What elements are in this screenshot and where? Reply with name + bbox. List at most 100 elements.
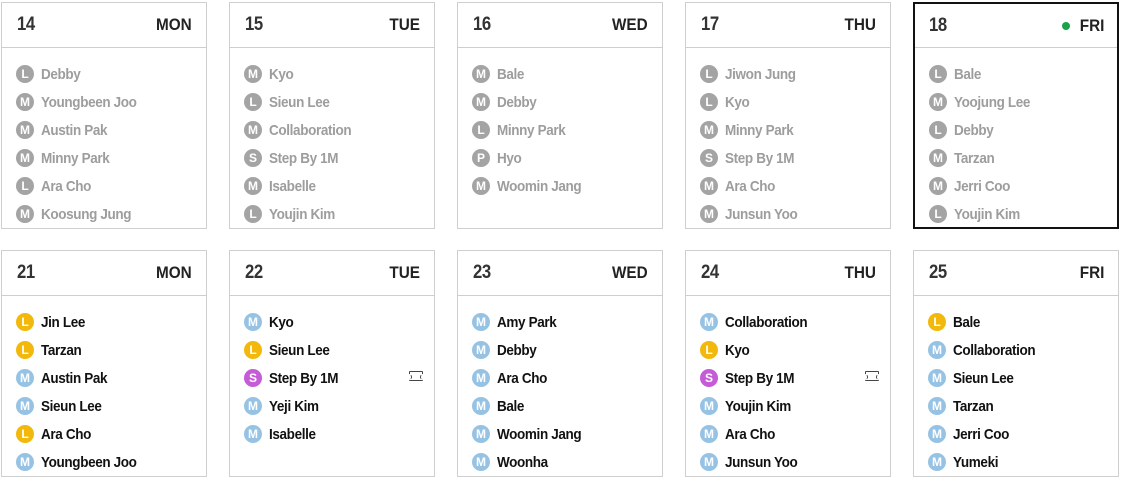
list-item[interactable]: M Jerri Coo: [928, 420, 1105, 448]
day-card[interactable]: 17 THU L Jiwon Jung L Kyo M Minny Park S Step By …: [685, 2, 891, 229]
list-item[interactable]: L Sieun Lee: [244, 88, 421, 116]
list-item[interactable]: M Minny Park: [16, 144, 193, 172]
entry-name: Hyo: [497, 149, 522, 167]
list-item[interactable]: M Kyo: [244, 60, 421, 88]
list-item[interactable]: S Step By 1M: [244, 144, 421, 172]
list-item[interactable]: M Yoojung Lee: [929, 88, 1106, 116]
list-item[interactable]: L Minny Park: [472, 116, 649, 144]
entry-name: Woomin Jang: [497, 425, 582, 443]
list-item[interactable]: M Youngbeen Joo: [16, 448, 193, 476]
type-badge-icon: L: [16, 65, 34, 83]
list-item[interactable]: S Step By 1M: [244, 364, 426, 392]
list-item[interactable]: M Woomin Jang: [472, 420, 649, 448]
day-card[interactable]: 25 FRI L Bale M Collaboration M Sieun Lee M Tarza…: [913, 250, 1119, 477]
list-item[interactable]: S Step By 1M: [700, 144, 877, 172]
list-item[interactable]: M Debby: [472, 336, 649, 364]
list-item[interactable]: M Austin Pak: [16, 364, 193, 392]
list-item[interactable]: M Isabelle: [244, 420, 421, 448]
list-item[interactable]: M Bale: [472, 392, 649, 420]
list-item[interactable]: M Tarzan: [929, 144, 1106, 172]
list-item[interactable]: M Ara Cho: [700, 172, 877, 200]
day-card[interactable]: 16 WED M Bale M Debby L Minny Park P Hyo M Woomin J…: [457, 2, 663, 229]
ticket-icon[interactable]: [406, 371, 426, 381]
list-item[interactable]: P Hyo: [472, 144, 649, 172]
entry-name: Yumeki: [953, 453, 999, 471]
list-item[interactable]: M Woomin Jang: [472, 172, 649, 200]
type-badge-icon: M: [16, 149, 34, 167]
list-item[interactable]: M Isabelle: [244, 172, 421, 200]
list-item[interactable]: M Ara Cho: [700, 420, 877, 448]
list-item[interactable]: L Jiwon Jung: [700, 60, 877, 88]
entry-name: Sieun Lee: [269, 341, 330, 359]
list-item[interactable]: M Kyo: [244, 308, 421, 336]
type-badge-icon: M: [472, 65, 490, 83]
calendar-grid: 14 MON L Debby M Youngbeen Joo M Austin Pak M Min…: [0, 0, 1124, 480]
type-badge-icon: M: [929, 149, 947, 167]
list-item[interactable]: L Tarzan: [16, 336, 193, 364]
type-badge-icon: L: [928, 313, 946, 331]
list-item[interactable]: L Youjin Kim: [244, 200, 421, 228]
list-item[interactable]: M Bale: [472, 60, 649, 88]
day-weekday: FRI: [1079, 15, 1104, 35]
entry-name: Woomin Jang: [497, 177, 582, 195]
list-item[interactable]: M Collaboration: [928, 336, 1105, 364]
list-item[interactable]: M Collaboration: [700, 308, 877, 336]
type-badge-icon: L: [16, 341, 34, 359]
list-item[interactable]: L Ara Cho: [16, 420, 193, 448]
type-badge-icon: S: [700, 149, 718, 167]
list-item[interactable]: M Junsun Yoo: [700, 200, 877, 228]
list-item[interactable]: M Youngbeen Joo: [16, 88, 193, 116]
list-item[interactable]: L Debby: [16, 60, 193, 88]
list-item[interactable]: M Tarzan: [928, 392, 1105, 420]
list-item[interactable]: M Sieun Lee: [16, 392, 193, 420]
list-item[interactable]: S Step By 1M: [700, 364, 882, 392]
entry-name: Ara Cho: [497, 369, 547, 387]
day-card[interactable]: 15 TUE M Kyo L Sieun Lee M Collaboration S Step B…: [229, 2, 435, 229]
entry-name: Step By 1M: [725, 369, 795, 387]
list-item[interactable]: L Debby: [929, 116, 1106, 144]
list-item[interactable]: L Youjin Kim: [929, 200, 1106, 228]
entry-name: Kyo: [269, 313, 294, 331]
list-item[interactable]: M Debby: [472, 88, 649, 116]
list-item[interactable]: L Jin Lee: [16, 308, 193, 336]
day-card[interactable]: 23 WED M Amy Park M Debby M Ara Cho M Bale M Woomin…: [457, 250, 663, 477]
list-item[interactable]: M Sieun Lee: [928, 364, 1105, 392]
type-badge-icon: M: [928, 341, 946, 359]
entry-name: Sieun Lee: [269, 93, 330, 111]
day-card[interactable]: 22 TUE M Kyo L Sieun Lee S Step By 1M M Yeji Kim M…: [229, 250, 435, 477]
list-item[interactable]: L Bale: [928, 308, 1105, 336]
day-card[interactable]: 14 MON L Debby M Youngbeen Joo M Austin Pak M Min…: [1, 2, 207, 229]
entry-list: M Kyo L Sieun Lee M Collaboration S Step By 1M M…: [230, 48, 434, 228]
entry-list-inner: M Collaboration L Kyo S Step By 1M M Youjin Kim…: [700, 308, 882, 476]
day-card[interactable]: 24 THU M Collaboration L Kyo S Step By 1M M Youji…: [685, 250, 891, 477]
list-item[interactable]: L Kyo: [700, 336, 877, 364]
entry-name: Collaboration: [725, 313, 808, 331]
list-item[interactable]: L Sieun Lee: [244, 336, 421, 364]
list-item[interactable]: M Amy Park: [472, 308, 649, 336]
list-item[interactable]: L Ara Cho: [16, 172, 193, 200]
list-item[interactable]: M Yeji Kim: [244, 392, 421, 420]
day-card[interactable]: 18 FRI L Bale M Yoojung Lee L Debby M Tarzan M Jerr…: [913, 2, 1119, 229]
day-header: 25 FRI: [914, 251, 1118, 296]
weekday-wrap: THU: [841, 263, 876, 283]
day-card[interactable]: 21 MON L Jin Lee L Tarzan M Austin Pak M Sieun Le…: [1, 250, 207, 477]
list-item[interactable]: M Junsun Yoo: [700, 448, 877, 476]
type-badge-icon: P: [472, 149, 490, 167]
entry-list-inner: L Jin Lee L Tarzan M Austin Pak M Sieun Lee L Ara…: [16, 308, 193, 476]
day-date-number: 17: [701, 14, 719, 35]
list-item[interactable]: L Kyo: [700, 88, 877, 116]
entry-name: Debby: [497, 93, 537, 111]
list-item[interactable]: M Ara Cho: [472, 364, 649, 392]
list-item[interactable]: M Koosung Jung: [16, 200, 193, 228]
type-badge-icon: M: [929, 93, 947, 111]
list-item[interactable]: M Jerri Coo: [929, 172, 1106, 200]
list-item[interactable]: M Yumeki: [928, 448, 1105, 476]
ticket-icon[interactable]: [862, 371, 882, 381]
type-badge-icon: L: [244, 341, 262, 359]
list-item[interactable]: M Youjin Kim: [700, 392, 877, 420]
list-item[interactable]: M Austin Pak: [16, 116, 193, 144]
list-item[interactable]: L Bale: [929, 60, 1106, 88]
list-item[interactable]: M Minny Park: [700, 116, 877, 144]
list-item[interactable]: M Collaboration: [244, 116, 421, 144]
list-item[interactable]: M Woonha: [472, 448, 649, 476]
